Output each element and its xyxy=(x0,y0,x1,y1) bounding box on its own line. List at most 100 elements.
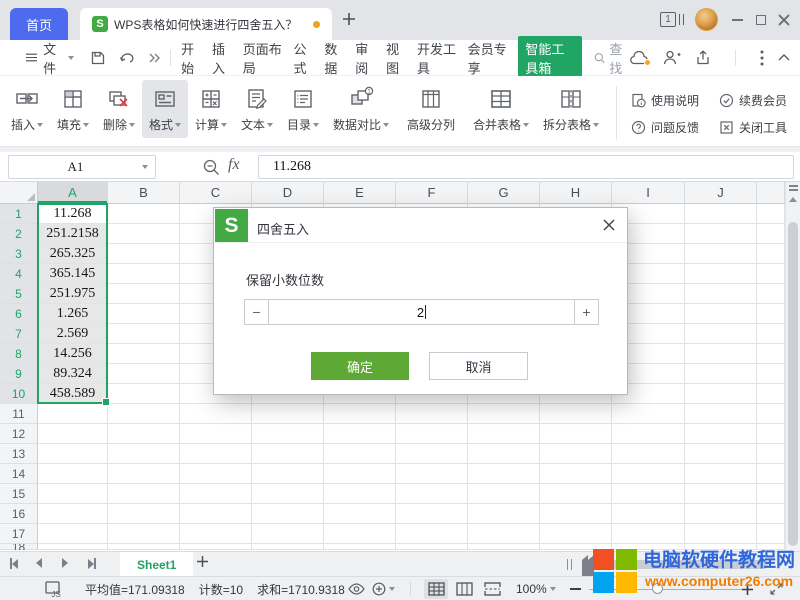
cell-A4[interactable]: 365.145 xyxy=(38,264,108,284)
calculate-button[interactable]: 计算 xyxy=(188,80,234,138)
first-sheet-button[interactable] xyxy=(10,558,18,569)
cell-D13[interactable] xyxy=(252,444,324,464)
horizontal-split-handle[interactable] xyxy=(567,559,572,570)
cell-E17[interactable] xyxy=(324,524,396,544)
cell-J15[interactable] xyxy=(685,484,757,504)
row-header-3[interactable]: 3 xyxy=(0,244,38,264)
cell-J5[interactable] xyxy=(685,284,757,304)
home-tab[interactable]: 首页 xyxy=(10,8,68,40)
cell-I11[interactable] xyxy=(612,404,685,424)
cell-K10[interactable] xyxy=(757,384,785,404)
next-sheet-button[interactable] xyxy=(62,558,68,568)
zoom-out-button[interactable] xyxy=(570,588,581,590)
cell-G14[interactable] xyxy=(468,464,540,484)
column-header-C[interactable]: C xyxy=(180,182,252,204)
cell-A5[interactable]: 251.975 xyxy=(38,284,108,304)
menu-smart-toolbox-active[interactable]: 智能工具箱 xyxy=(518,36,582,80)
cell-I16[interactable] xyxy=(612,504,685,524)
menu-member[interactable]: 会员专享 xyxy=(468,39,508,77)
maximize-button[interactable] xyxy=(752,12,770,28)
cell-J10[interactable] xyxy=(685,384,757,404)
menu-review[interactable]: 审阅 xyxy=(355,39,375,77)
cell-A2[interactable]: 251.2158 xyxy=(38,224,108,244)
merge-tables-button[interactable]: 合并表格 xyxy=(466,80,536,138)
last-sheet-button[interactable] xyxy=(88,558,96,569)
new-tab-button[interactable] xyxy=(339,9,359,31)
cell-J14[interactable] xyxy=(685,464,757,484)
cell-A13[interactable] xyxy=(38,444,108,464)
column-header-G[interactable]: G xyxy=(468,182,540,204)
cell-I14[interactable] xyxy=(612,464,685,484)
cell-H13[interactable] xyxy=(540,444,612,464)
undo-icon[interactable] xyxy=(119,50,136,65)
cell-F11[interactable] xyxy=(396,404,468,424)
cell-J16[interactable] xyxy=(685,504,757,524)
row-header-6[interactable]: 6 xyxy=(0,304,38,324)
cell-K5[interactable] xyxy=(757,284,785,304)
vertical-scrollbar-thumb[interactable] xyxy=(788,222,798,546)
cell-B12[interactable] xyxy=(108,424,180,444)
cell-G16[interactable] xyxy=(468,504,540,524)
cell-A7[interactable]: 2.569 xyxy=(38,324,108,344)
stepper-minus-button[interactable]: − xyxy=(245,300,269,324)
menu-dev-tools[interactable]: 开发工具 xyxy=(417,39,457,77)
cell-A15[interactable] xyxy=(38,484,108,504)
cell-E16[interactable] xyxy=(324,504,396,524)
cell-F13[interactable] xyxy=(396,444,468,464)
row-header-10[interactable]: 10 xyxy=(0,384,38,404)
cell-J2[interactable] xyxy=(685,224,757,244)
cell-A3[interactable]: 265.325 xyxy=(38,244,108,264)
cell-F16[interactable] xyxy=(396,504,468,524)
cell-J8[interactable] xyxy=(685,344,757,364)
scroll-up-arrow-icon[interactable] xyxy=(789,197,797,202)
cell-A16[interactable] xyxy=(38,504,108,524)
stepper-plus-button[interactable]: + xyxy=(574,300,598,324)
view-page-layout-button[interactable] xyxy=(452,577,476,600)
cell-G12[interactable] xyxy=(468,424,540,444)
cell-B2[interactable] xyxy=(108,224,180,244)
close-window-button[interactable] xyxy=(775,12,793,28)
cell-A9[interactable]: 89.324 xyxy=(38,364,108,384)
cell-B4[interactable] xyxy=(108,264,180,284)
cell-B3[interactable] xyxy=(108,244,180,264)
search-box[interactable]: 查找 xyxy=(594,39,630,77)
row-header-4[interactable]: 4 xyxy=(0,264,38,284)
cell-B15[interactable] xyxy=(108,484,180,504)
cell-C11[interactable] xyxy=(180,404,252,424)
cell-J11[interactable] xyxy=(685,404,757,424)
cell-K15[interactable] xyxy=(757,484,785,504)
menu-insert[interactable]: 插入 xyxy=(212,39,232,77)
column-header-D[interactable]: D xyxy=(252,182,324,204)
cell-E14[interactable] xyxy=(324,464,396,484)
invite-user-icon[interactable] xyxy=(663,50,681,65)
row-header-7[interactable]: 7 xyxy=(0,324,38,344)
delete-button[interactable]: 删除 xyxy=(96,80,142,138)
text-button[interactable]: 文本 xyxy=(234,80,280,138)
row-header-2[interactable]: 2 xyxy=(0,224,38,244)
ok-button[interactable]: 确定 xyxy=(311,352,409,380)
cell-B8[interactable] xyxy=(108,344,180,364)
menu-data[interactable]: 数据 xyxy=(324,39,344,77)
column-header-E[interactable]: E xyxy=(324,182,396,204)
cell-J3[interactable] xyxy=(685,244,757,264)
column-header-J[interactable]: J xyxy=(685,182,757,204)
row-header-16[interactable]: 16 xyxy=(0,504,38,524)
cell-B1[interactable] xyxy=(108,204,180,224)
sheet-tab-sheet1[interactable]: Sheet1 xyxy=(120,552,193,577)
cell-A10[interactable]: 458.589 xyxy=(38,384,108,404)
more-options-icon[interactable] xyxy=(760,50,764,66)
split-tables-button[interactable]: 拆分表格 xyxy=(536,80,606,138)
advanced-split-button[interactable]: 高级分列 xyxy=(396,80,466,138)
cell-D18[interactable] xyxy=(252,544,324,550)
insert-cells-button[interactable]: 插入 xyxy=(4,80,50,138)
cell-C18[interactable] xyxy=(180,544,252,550)
cell-J13[interactable] xyxy=(685,444,757,464)
name-box[interactable]: A1 xyxy=(8,155,156,179)
cell-B7[interactable] xyxy=(108,324,180,344)
cell-K3[interactable] xyxy=(757,244,785,264)
cell-K9[interactable] xyxy=(757,364,785,384)
cell-G18[interactable] xyxy=(468,544,540,550)
cell-I12[interactable] xyxy=(612,424,685,444)
column-header-B[interactable]: B xyxy=(108,182,180,204)
cell-F17[interactable] xyxy=(396,524,468,544)
